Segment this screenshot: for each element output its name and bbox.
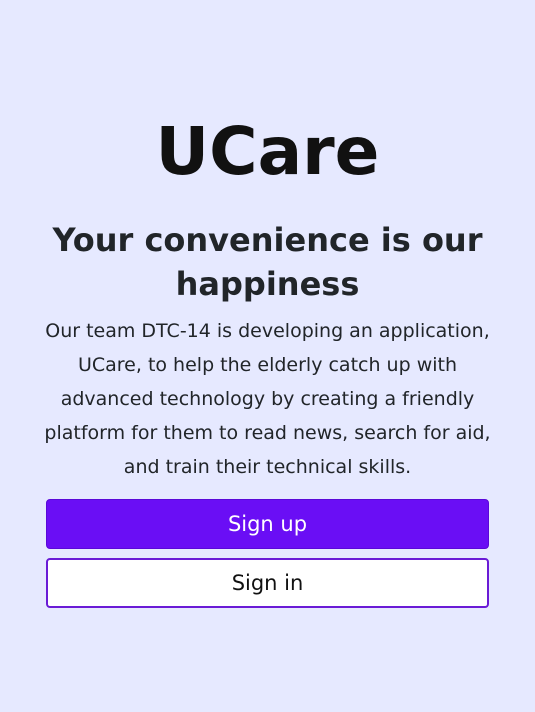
intro-description: Our team DTC-14 is developing an applica… xyxy=(44,320,491,478)
sign-in-button[interactable]: Sign in xyxy=(46,558,489,608)
page-headline: Your convenience is our happiness xyxy=(52,221,483,303)
sign-up-button[interactable]: Sign up xyxy=(46,499,489,549)
ucare-logo: UCare xyxy=(155,113,380,190)
landing-page: UCare Your convenience is our happiness … xyxy=(0,0,535,712)
